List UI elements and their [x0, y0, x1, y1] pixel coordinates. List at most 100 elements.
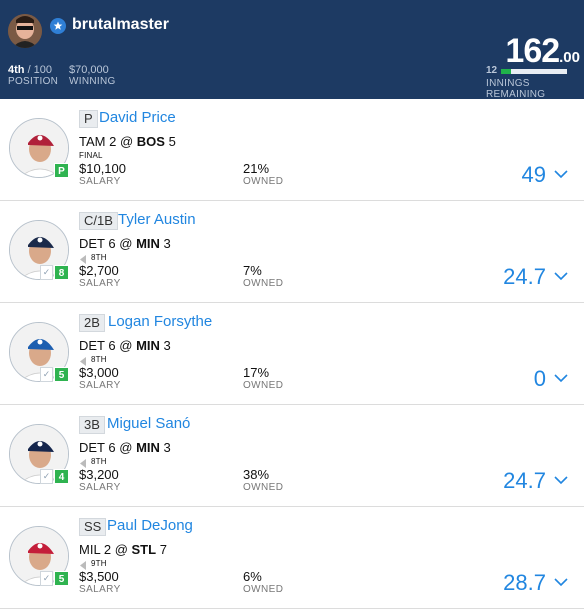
- fantasy-points[interactable]: 28.7: [503, 570, 546, 596]
- home-score: 3: [163, 338, 171, 353]
- home-score: 5: [168, 134, 176, 149]
- game-score: DET 6 @ MIN 3: [79, 440, 171, 455]
- away-score: 6: [108, 440, 116, 455]
- inning-status: FINAL: [79, 151, 103, 160]
- lineup-list: ✓ P P David Price TAM 2 @ BOS 5 FINAL $1…: [0, 99, 584, 609]
- away-score: 6: [108, 338, 116, 353]
- away-score: 6: [108, 236, 116, 251]
- status-badge: P: [54, 163, 69, 178]
- innings-progress-bar: [501, 69, 567, 74]
- away-team: MIL: [79, 542, 101, 557]
- innings-remaining-meter: 12: [486, 65, 582, 76]
- status-badge: 5: [54, 367, 69, 382]
- away-team: DET: [79, 440, 105, 455]
- innings-label: INNINGS REMAINING: [486, 78, 546, 100]
- at-sign: @: [119, 134, 134, 149]
- player-name[interactable]: David Price: [99, 109, 176, 126]
- check-icon: ✓: [40, 469, 53, 484]
- contest-header: brutalmaster 4th / 100 POSITION $70,000 …: [0, 0, 584, 100]
- position-tag: 2B: [79, 314, 105, 332]
- at-sign: @: [119, 440, 133, 455]
- player-name[interactable]: Logan Forsythe: [108, 313, 212, 330]
- innings-progress-fill: [501, 69, 511, 74]
- game-score: MIL 2 @ STL 7: [79, 542, 167, 557]
- owned-value: 38%: [243, 467, 270, 482]
- position-value: 4th: [8, 64, 25, 76]
- away-score: 2: [109, 134, 117, 149]
- away-team: TAM: [79, 134, 106, 149]
- score-decimal: .00: [559, 49, 580, 66]
- player-name[interactable]: Tyler Austin: [118, 211, 196, 228]
- salary-label: SALARY: [79, 380, 121, 391]
- status-badge: 4: [54, 469, 69, 484]
- status-badge: 5: [54, 571, 69, 586]
- username[interactable]: brutalmaster: [72, 16, 169, 34]
- salary-value: $3,000: [79, 365, 119, 380]
- position-total: / 100: [27, 64, 53, 76]
- at-sign: @: [114, 542, 128, 557]
- fantasy-points[interactable]: 49: [522, 162, 546, 188]
- away-team: DET: [79, 236, 105, 251]
- home-team: MIN: [136, 236, 160, 251]
- fantasy-points[interactable]: 24.7: [503, 264, 546, 290]
- chevron-down-icon[interactable]: [554, 374, 568, 383]
- player-row[interactable]: ✓ P P David Price TAM 2 @ BOS 5 FINAL $1…: [0, 99, 584, 201]
- check-icon: ✓: [40, 571, 53, 586]
- home-team: MIN: [136, 440, 160, 455]
- game-score: DET 6 @ MIN 3: [79, 236, 171, 251]
- inning-status: 9TH: [91, 559, 107, 568]
- position-tag: P: [79, 110, 98, 128]
- owned-label: OWNED: [243, 584, 284, 595]
- fantasy-points[interactable]: 0: [534, 366, 546, 392]
- home-score: 3: [163, 236, 171, 251]
- player-name[interactable]: Paul DeJong: [107, 517, 193, 534]
- check-icon: ✓: [40, 265, 53, 280]
- owned-label: OWNED: [243, 482, 284, 493]
- position-tag: 3B: [79, 416, 105, 434]
- player-row[interactable]: ✓ 5 2B Logan Forsythe DET 6 @ MIN 3 8TH …: [0, 303, 584, 405]
- owned-value: 17%: [243, 365, 270, 380]
- salary-label: SALARY: [79, 482, 121, 493]
- at-sign: @: [119, 338, 133, 353]
- chevron-down-icon[interactable]: [554, 476, 568, 485]
- salary-value: $3,200: [79, 467, 119, 482]
- away-team: DET: [79, 338, 105, 353]
- fantasy-points[interactable]: 24.7: [503, 468, 546, 494]
- salary-value: $10,100: [79, 161, 126, 176]
- owned-value: 7%: [243, 263, 262, 278]
- game-score: DET 6 @ MIN 3: [79, 338, 171, 353]
- home-team: BOS: [136, 134, 165, 149]
- player-name[interactable]: Miguel Sanó: [107, 415, 190, 432]
- innings-count: 12: [486, 65, 498, 76]
- salary-value: $3,500: [79, 569, 119, 584]
- away-score: 2: [103, 542, 112, 557]
- winning-stat: $70,000 WINNING: [69, 64, 116, 87]
- winning-value: $70,000: [69, 64, 109, 76]
- player-row[interactable]: ✓ 5 SS Paul DeJong MIL 2 @ STL 7 9TH $3,…: [0, 507, 584, 609]
- salary-label: SALARY: [79, 278, 121, 289]
- score-whole: 162: [505, 32, 560, 70]
- player-row[interactable]: ✓ 4 3B Miguel Sanó DET 6 @ MIN 3 8TH $3,…: [0, 405, 584, 507]
- home-team: STL: [131, 542, 157, 557]
- inning-status: 8TH: [91, 355, 107, 364]
- home-score: 3: [163, 440, 171, 455]
- owned-label: OWNED: [243, 278, 284, 289]
- salary-label: SALARY: [79, 584, 121, 595]
- home-team: MIN: [136, 338, 160, 353]
- player-row[interactable]: ✓ 8 C/1B Tyler Austin DET 6 @ MIN 3 8TH …: [0, 201, 584, 303]
- chevron-down-icon[interactable]: [554, 578, 568, 587]
- owned-value: 21%: [243, 161, 270, 176]
- winning-label: WINNING: [69, 76, 116, 87]
- chevron-down-icon[interactable]: [554, 272, 568, 281]
- owned-label: OWNED: [243, 176, 284, 187]
- position-label: POSITION: [8, 76, 59, 87]
- avatar[interactable]: [8, 14, 42, 48]
- game-score: TAM 2 @ BOS 5: [79, 134, 176, 149]
- chevron-down-icon[interactable]: [554, 170, 568, 179]
- at-sign: @: [119, 236, 133, 251]
- home-score: 7: [159, 542, 167, 557]
- position-stat: 4th / 100 POSITION: [8, 64, 58, 87]
- status-badge: 8: [54, 265, 69, 280]
- inning-status: 8TH: [91, 457, 107, 466]
- owned-value: 6%: [243, 569, 262, 584]
